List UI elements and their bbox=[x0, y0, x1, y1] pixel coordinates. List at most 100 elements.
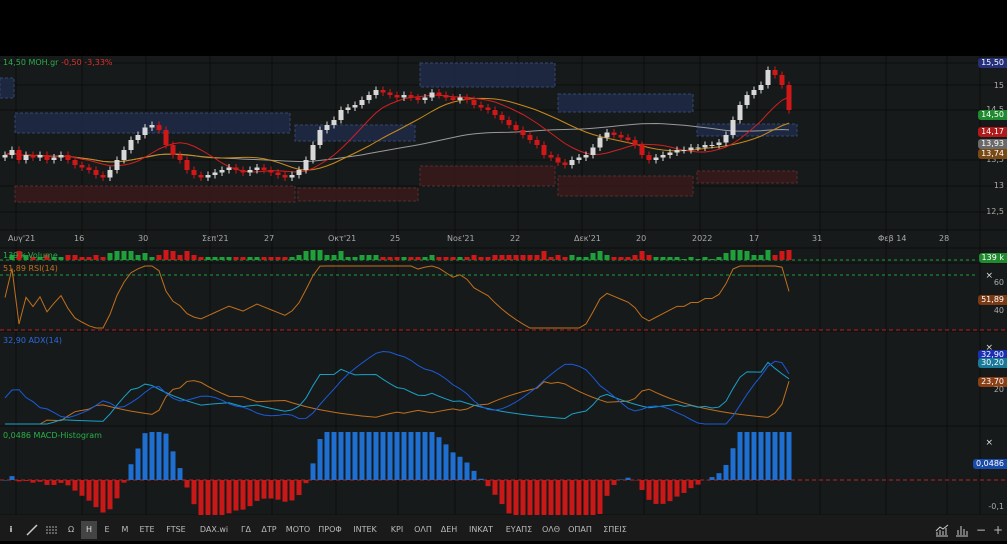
macd-histogram-bar bbox=[66, 480, 71, 485]
candle bbox=[626, 138, 631, 141]
chart-area[interactable]: 14,50 MOH.gr -0,50 -3,33% 15 14,5 13,5 1… bbox=[0, 56, 1007, 515]
volume-bar bbox=[493, 255, 498, 260]
macd-histogram-bar bbox=[80, 480, 85, 496]
volume-bar bbox=[549, 257, 554, 260]
toolbar-symbol-button[interactable]: ΙΝΤΕΚ bbox=[347, 521, 383, 539]
price-tag-high: 15,50 bbox=[978, 58, 1007, 68]
toolbar-symbol-button[interactable]: ΟΛΘ bbox=[539, 521, 563, 539]
toolbar-symbol-button[interactable]: ΕΥΑΠΣ bbox=[501, 521, 537, 539]
price-tick: 12,5 bbox=[986, 207, 1004, 216]
candle bbox=[514, 125, 519, 130]
macd-histogram-bar bbox=[276, 480, 281, 500]
macd-histogram-bar bbox=[423, 432, 428, 480]
candle bbox=[206, 175, 211, 178]
chart-type-icon[interactable] bbox=[934, 521, 950, 539]
volume-bar bbox=[577, 257, 582, 260]
macd-histogram-bar bbox=[479, 479, 484, 480]
macd-histogram-bar bbox=[199, 480, 204, 515]
close-rsi-icon[interactable]: × bbox=[985, 271, 993, 281]
candle bbox=[374, 90, 379, 95]
volume-bar bbox=[745, 251, 750, 260]
candle bbox=[689, 148, 694, 151]
candle bbox=[283, 175, 288, 178]
rsi-tick: 40 bbox=[994, 306, 1004, 315]
volume-bar bbox=[66, 255, 71, 260]
bottom-toolbar: i ΩΗΕΜETEFTSEDAX.wiΓΔΔΤΡΜΟΤΟΠΡΟΦΙΝΤΕΚΚΡΙ… bbox=[0, 515, 1007, 541]
macd-histogram-bar bbox=[675, 480, 680, 497]
volume-bar bbox=[318, 250, 323, 260]
toolbar-symbol-button[interactable]: ΣΠΕΙΣ bbox=[597, 521, 633, 539]
macd-histogram-bar bbox=[465, 462, 470, 480]
volume-bar bbox=[346, 257, 351, 260]
close-macd-icon[interactable]: × bbox=[985, 438, 993, 448]
macd-histogram-bar bbox=[31, 480, 36, 483]
adx-label: 32,90 ADX(14) bbox=[3, 336, 62, 345]
volume-bar bbox=[472, 255, 477, 260]
volume-bar bbox=[633, 255, 638, 260]
toolbar-symbol-button[interactable]: DAX.wi bbox=[193, 521, 235, 539]
volume-bar bbox=[682, 259, 687, 260]
candle bbox=[129, 140, 134, 150]
volume-bar bbox=[276, 257, 281, 260]
volume-bar bbox=[773, 255, 778, 260]
toolbar-symbol-button[interactable]: ΜΟΤΟ bbox=[283, 521, 313, 539]
volume-bar bbox=[703, 257, 708, 260]
macd-histogram-bar bbox=[297, 480, 302, 495]
rsi-label: 51,89 RSI(14) bbox=[3, 264, 58, 273]
zoom-in-button[interactable]: + bbox=[991, 521, 1005, 539]
toolbar-symbol-button[interactable]: Μ bbox=[117, 521, 133, 539]
candle bbox=[486, 108, 491, 111]
candle bbox=[395, 95, 400, 98]
candle bbox=[577, 158, 582, 161]
volume-bar bbox=[192, 255, 197, 260]
macd-histogram-bar bbox=[150, 432, 155, 480]
macd-histogram-bar bbox=[17, 480, 22, 481]
toolbar-symbol-button[interactable]: FTSE bbox=[161, 521, 191, 539]
macd-histogram-bar bbox=[45, 480, 50, 485]
toolbar-symbol-button[interactable]: ΟΛΠ bbox=[411, 521, 435, 539]
volume-bar bbox=[416, 257, 421, 260]
toolbar-symbol-button[interactable]: Η bbox=[81, 521, 97, 539]
toolbar-symbol-button[interactable]: Ω bbox=[63, 521, 79, 539]
volume-bar bbox=[374, 255, 379, 260]
macd-histogram-bar bbox=[234, 480, 239, 511]
macd-histogram-bar bbox=[668, 480, 673, 501]
toolbar-symbol-button[interactable]: ΓΔ bbox=[237, 521, 255, 539]
macd-histogram-bar bbox=[787, 432, 792, 480]
zoom-out-button[interactable]: − bbox=[974, 521, 988, 539]
candle bbox=[178, 155, 183, 160]
candle bbox=[731, 120, 736, 135]
macd-histogram-bar bbox=[346, 432, 351, 480]
candle bbox=[416, 98, 421, 101]
toolbar-symbol-button[interactable]: ΚΡΙ bbox=[385, 521, 409, 539]
lines-icon[interactable] bbox=[44, 521, 60, 539]
macd-histogram-bar bbox=[255, 480, 260, 501]
macd-histogram-bar bbox=[598, 480, 603, 514]
chart-canvas[interactable] bbox=[0, 56, 1007, 515]
candle bbox=[528, 135, 533, 140]
candle bbox=[87, 168, 92, 171]
macd-histogram-bar bbox=[416, 432, 421, 480]
volume-bar bbox=[339, 251, 344, 260]
candle bbox=[780, 75, 785, 85]
macd-histogram-bar bbox=[682, 480, 687, 493]
draw-pen-icon[interactable] bbox=[24, 521, 40, 539]
volume-bar bbox=[255, 257, 260, 260]
candle bbox=[409, 95, 414, 98]
indicators-icon[interactable] bbox=[954, 521, 970, 539]
macd-histogram-bar bbox=[556, 480, 561, 515]
macd-histogram-bar bbox=[220, 480, 225, 515]
candle bbox=[262, 168, 267, 171]
macd-histogram-bar bbox=[101, 480, 106, 513]
toolbar-symbol-button[interactable]: ΟΠΑΠ bbox=[565, 521, 595, 539]
toolbar-symbol-button[interactable]: ΙΝΚΑΤ bbox=[463, 521, 499, 539]
toolbar-symbol-button[interactable]: ΔΤΡ bbox=[257, 521, 281, 539]
volume-bar bbox=[185, 251, 190, 260]
candle bbox=[94, 170, 99, 175]
toolbar-symbol-button[interactable]: ΔΕΗ bbox=[437, 521, 461, 539]
toolbar-symbol-button[interactable]: Ε bbox=[99, 521, 115, 539]
info-icon[interactable]: i bbox=[4, 521, 18, 539]
toolbar-symbol-button[interactable]: ΠΡΟΦ bbox=[315, 521, 345, 539]
price-tag-ma-short: 14,17 bbox=[978, 127, 1007, 137]
toolbar-symbol-button[interactable]: ETE bbox=[135, 521, 159, 539]
